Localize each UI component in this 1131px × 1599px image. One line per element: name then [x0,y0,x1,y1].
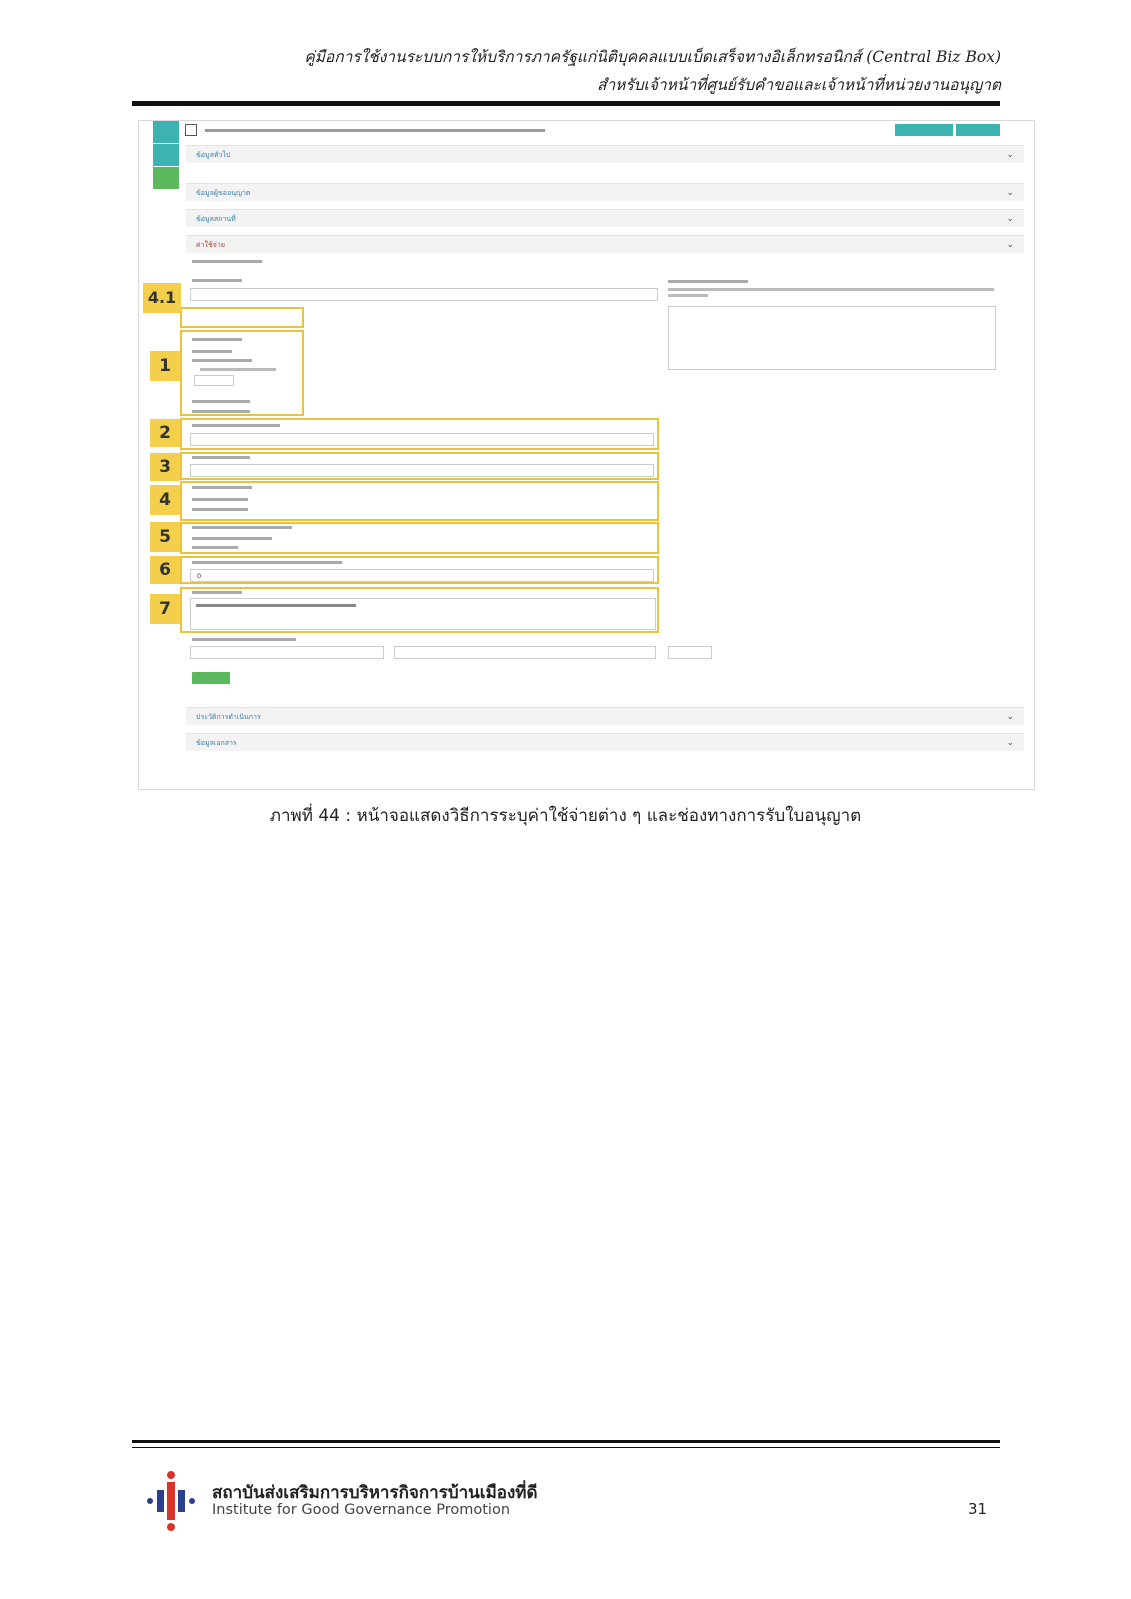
marker-7: 7 [150,594,180,624]
radio-option [192,498,248,501]
institute-logo-icon [147,1471,195,1531]
text-input [190,464,654,477]
accordion-section: ข้อมูลผู้ขออนุญาต ⌄ [186,183,1024,201]
chevron-down-icon: ⌄ [1006,150,1014,160]
accordion-section: ข้อมูลสถานที่ ⌄ [186,209,1024,227]
form-label [192,260,262,263]
document-icon [185,124,197,136]
document-header-subtitle: สำหรับเจ้าหน้าที่ศูนย์รับคำขอและเจ้าหน้า… [597,76,1001,94]
footer-rule-thin [132,1447,1000,1448]
sidebar-tab [153,144,179,166]
form-label [192,561,342,564]
accordion-section: ประวัติการดำเนินการ ⌄ [186,707,1024,725]
chevron-down-icon: ⌄ [1006,240,1014,250]
marker-2: 2 [150,419,180,447]
marker-4-1: 4.1 [143,283,181,313]
screenshot-button [956,124,1000,136]
notes-hint [668,288,994,291]
page-number: 31 [968,1500,988,1518]
notes-hint [668,294,708,297]
radio-option [192,508,248,511]
accordion-label: ค่าใช้จ่าย [196,241,225,249]
attach-input [394,646,656,659]
screenshot-button [895,124,953,136]
marker-6: 6 [150,556,180,584]
browse-button [668,646,712,659]
document-header-title: คู่มือการใช้งานระบบการให้บริการภาครัฐแก่… [304,48,1001,66]
marker-3: 3 [150,453,180,481]
header-rule [132,101,1000,106]
sidebar-tab [153,121,179,143]
fee-input [190,433,654,446]
marker-5: 5 [150,522,180,552]
radio-option [192,537,272,540]
highlight-box-4-1 [180,307,304,328]
accordion-label: ข้อมูลสถานที่ [196,215,236,223]
select-field [190,288,658,301]
footer-rule [132,1440,1000,1443]
accordion-label: ข้อมูลผู้ขออนุญาต [196,189,251,197]
form-label [192,526,292,529]
screenshot-sidebar [153,121,179,190]
accordion-label: ข้อมูลเอกสาร [196,739,237,747]
number-input: 0 [190,569,654,582]
marker-1: 1 [150,351,180,381]
chevron-down-icon: ⌄ [1006,738,1014,748]
radio-option [192,546,238,549]
chevron-down-icon: ⌄ [1006,188,1014,198]
small-input [194,375,234,386]
remark-textarea [190,598,656,630]
form-label [192,638,296,641]
radio-option [192,350,232,353]
remark-text [196,604,356,607]
accordion-section: ข้อมูลทั่วไป ⌄ [186,145,1024,163]
radio-option [192,410,250,413]
save-button [192,672,230,684]
chevron-down-icon: ⌄ [1006,712,1014,722]
attach-input [190,646,384,659]
radio-label [192,338,242,341]
form-label [192,486,252,489]
radio-option [200,368,276,371]
form-label [192,456,250,459]
accordion-section-active: ค่าใช้จ่าย ⌄ [186,235,1024,253]
radio-option [192,400,250,403]
marker-4: 4 [150,485,180,515]
form-label [192,424,280,427]
highlight-box-1 [180,330,304,416]
accordion-section: ข้อมูลเอกสาร ⌄ [186,733,1024,751]
chevron-down-icon: ⌄ [1006,214,1014,224]
sidebar-tab [153,167,179,189]
notes-label [668,280,748,283]
accordion-label: ประวัติการดำเนินการ [196,713,261,721]
notes-textarea [668,306,996,370]
accordion-label: ข้อมูลทั่วไป [196,151,231,159]
form-label [192,279,242,282]
figure-caption: ภาพที่ 44 : หน้าจอแสดงวิธีการระบุค่าใช้จ… [269,806,862,826]
form-label [192,591,242,594]
organization-name-english: Institute for Good Governance Promotion [212,1502,511,1518]
radio-option [192,359,252,362]
